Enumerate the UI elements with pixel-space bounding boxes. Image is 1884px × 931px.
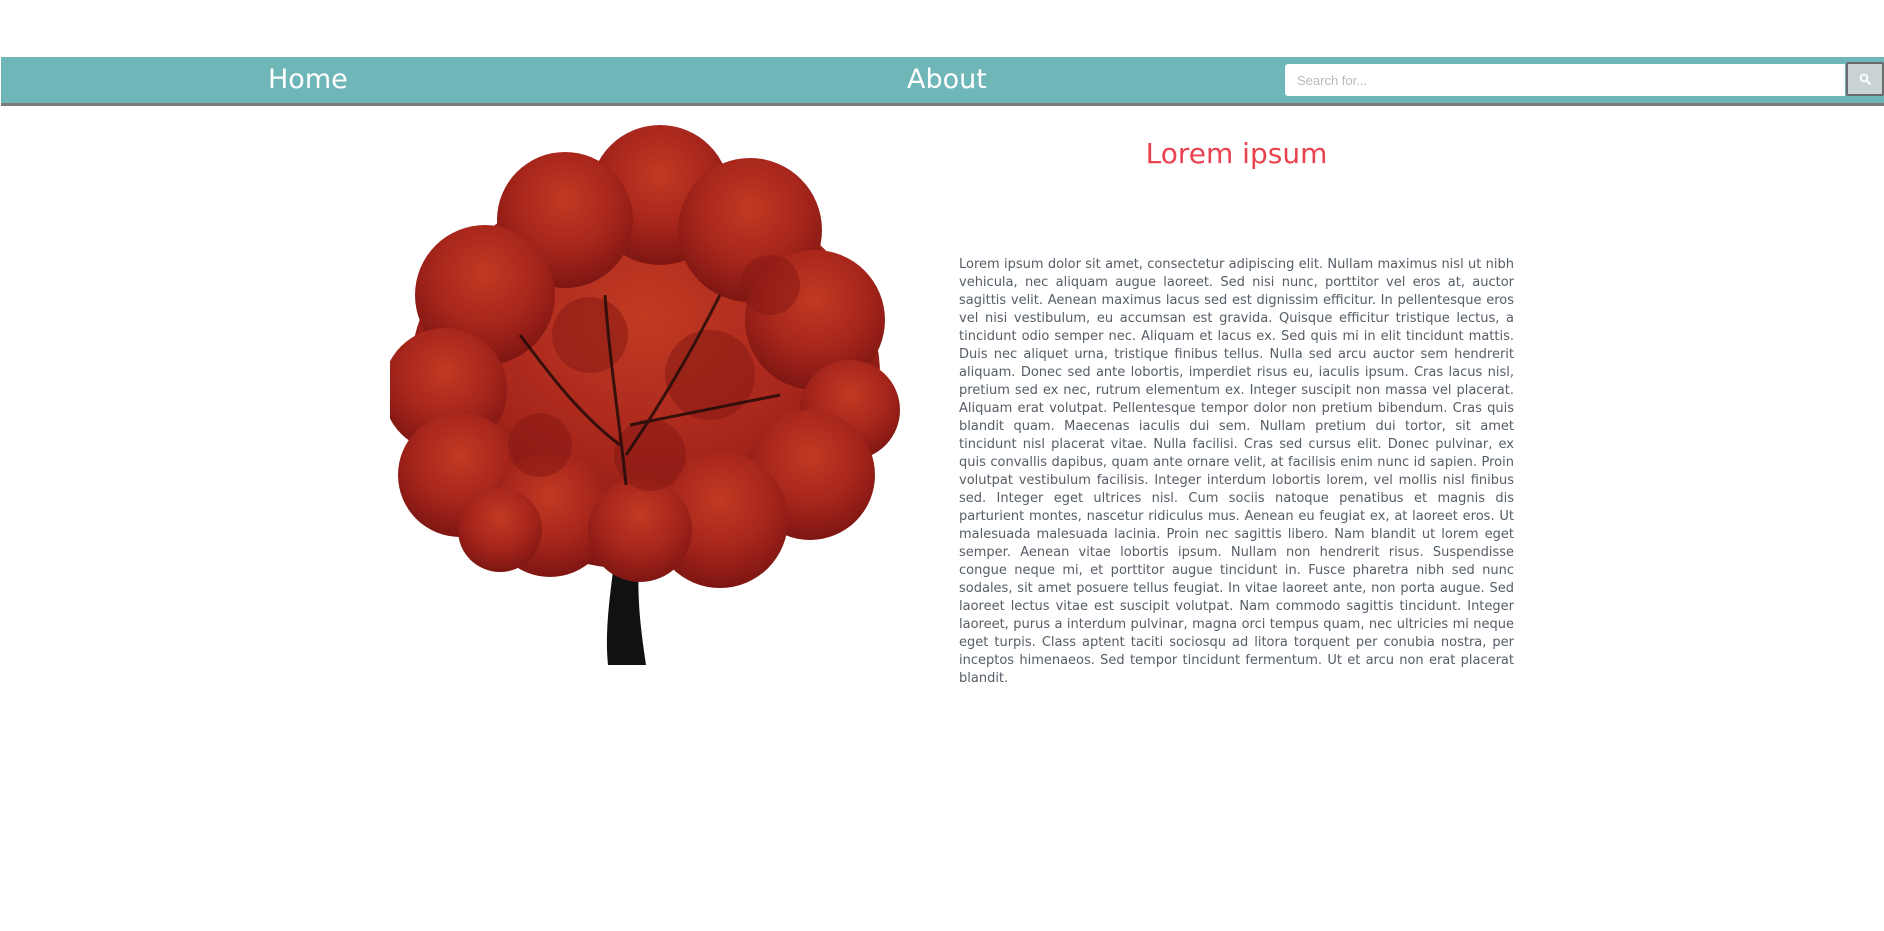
search-icon: [1859, 73, 1871, 85]
article-body: Lorem ipsum dolor sit amet, consectetur …: [959, 257, 1514, 686]
search-button[interactable]: [1846, 62, 1884, 96]
navbar: Home About: [1, 57, 1884, 106]
article-title: Lorem ipsum: [1145, 137, 1328, 170]
red-maple-tree-image: [383, 125, 900, 665]
nav-home-link[interactable]: Home: [268, 60, 348, 100]
nav-about-link[interactable]: About: [907, 60, 987, 100]
search-input[interactable]: [1285, 64, 1845, 96]
hero-image: [383, 125, 900, 680]
page: Home About Search for... Lorem ipsum Lor…: [0, 0, 1884, 931]
